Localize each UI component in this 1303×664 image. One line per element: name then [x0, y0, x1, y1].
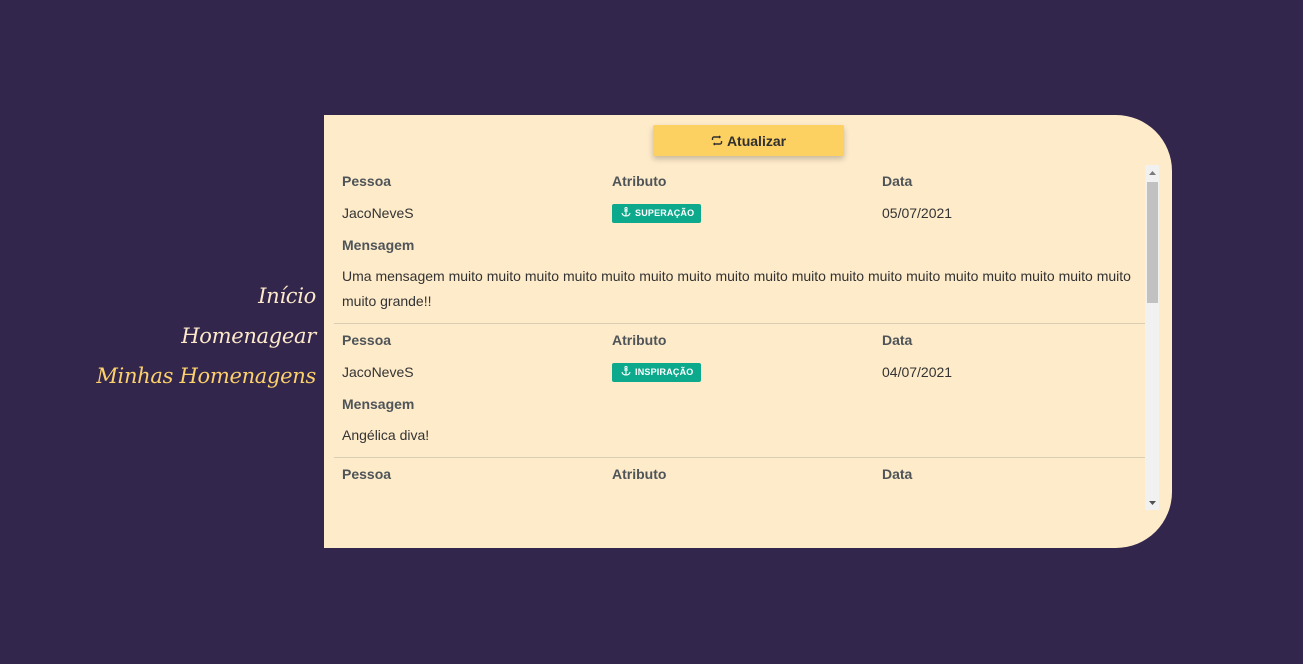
- tribute-values-row: JacoNeveS SUPERAÇÃO 05/07/2021: [342, 197, 1137, 229]
- nav-item-minhas-homenagens[interactable]: Minhas Homenagens: [96, 356, 316, 396]
- tribute-header-row: Pessoa Atributo Data: [342, 324, 1137, 356]
- scroll-down-arrow-icon[interactable]: [1145, 495, 1159, 510]
- vertical-scrollbar[interactable]: [1145, 165, 1159, 510]
- attribute-badge-label: INSPIRAÇÃO: [635, 367, 694, 377]
- message-text: Angélica diva!: [342, 427, 430, 443]
- tribute-message-label-row: Mensagem: [342, 388, 1137, 420]
- tribute-header-row: Pessoa Atributo Data: [342, 458, 1137, 490]
- refresh-icon: [711, 135, 723, 146]
- anchor-icon: [621, 366, 631, 378]
- attribute-label: Atributo: [612, 466, 667, 482]
- tribute-values-row: JacoNeveS INSPIRAÇÃO 04/07/2021: [342, 356, 1137, 388]
- message-label: Mensagem: [342, 396, 415, 412]
- tribute-message-label-row: Mensagem: [342, 229, 1137, 261]
- attribute-badge: INSPIRAÇÃO: [612, 362, 701, 382]
- person-value: JacoNeveS: [342, 364, 414, 380]
- tributes-panel: Atualizar Pessoa Atributo Data JacoNeveS: [324, 115, 1172, 548]
- scroll-up-arrow-icon[interactable]: [1145, 165, 1159, 180]
- tributes-list: Pessoa Atributo Data JacoNeveS SUPERAÇÃO…: [334, 165, 1159, 510]
- person-label: Pessoa: [342, 173, 392, 189]
- attribute-cell: INSPIRAÇÃO: [612, 362, 882, 382]
- date-label: Data: [882, 173, 913, 189]
- side-nav: Início Homenagear Minhas Homenagens: [96, 276, 316, 396]
- date-value: 04/07/2021: [882, 364, 953, 380]
- message-text: Uma mensagem muito muito muito muito mui…: [342, 268, 1131, 309]
- refresh-button[interactable]: Atualizar: [653, 125, 844, 156]
- date-label: Data: [882, 332, 913, 348]
- tribute-card: Pessoa Atributo Data JacoNeveS: [334, 165, 1145, 324]
- nav-item-homenagear[interactable]: Homenagear: [96, 316, 316, 356]
- attribute-badge: SUPERAÇÃO: [612, 203, 702, 223]
- tribute-card: Pessoa Atributo Data JacoNeveS: [334, 324, 1145, 458]
- tribute-card: Pessoa Atributo Data: [334, 458, 1145, 490]
- person-value: JacoNeveS: [342, 205, 414, 221]
- tributes-scroll-area[interactable]: Pessoa Atributo Data JacoNeveS SUPERAÇÃO…: [334, 165, 1145, 510]
- attribute-label: Atributo: [612, 332, 667, 348]
- attribute-label: Atributo: [612, 173, 667, 189]
- attribute-cell: SUPERAÇÃO: [612, 203, 882, 223]
- message-label: Mensagem: [342, 237, 415, 253]
- scrollbar-thumb[interactable]: [1147, 182, 1158, 303]
- refresh-button-label: Atualizar: [726, 132, 787, 149]
- date-label: Data: [882, 466, 913, 482]
- nav-item-inicio[interactable]: Início: [96, 276, 316, 316]
- person-label: Pessoa: [342, 332, 392, 348]
- anchor-icon: [621, 207, 631, 219]
- person-label: Pessoa: [342, 466, 392, 482]
- tribute-header-row: Pessoa Atributo Data: [342, 165, 1137, 197]
- attribute-badge-label: SUPERAÇÃO: [635, 208, 695, 218]
- date-value: 05/07/2021: [882, 205, 953, 221]
